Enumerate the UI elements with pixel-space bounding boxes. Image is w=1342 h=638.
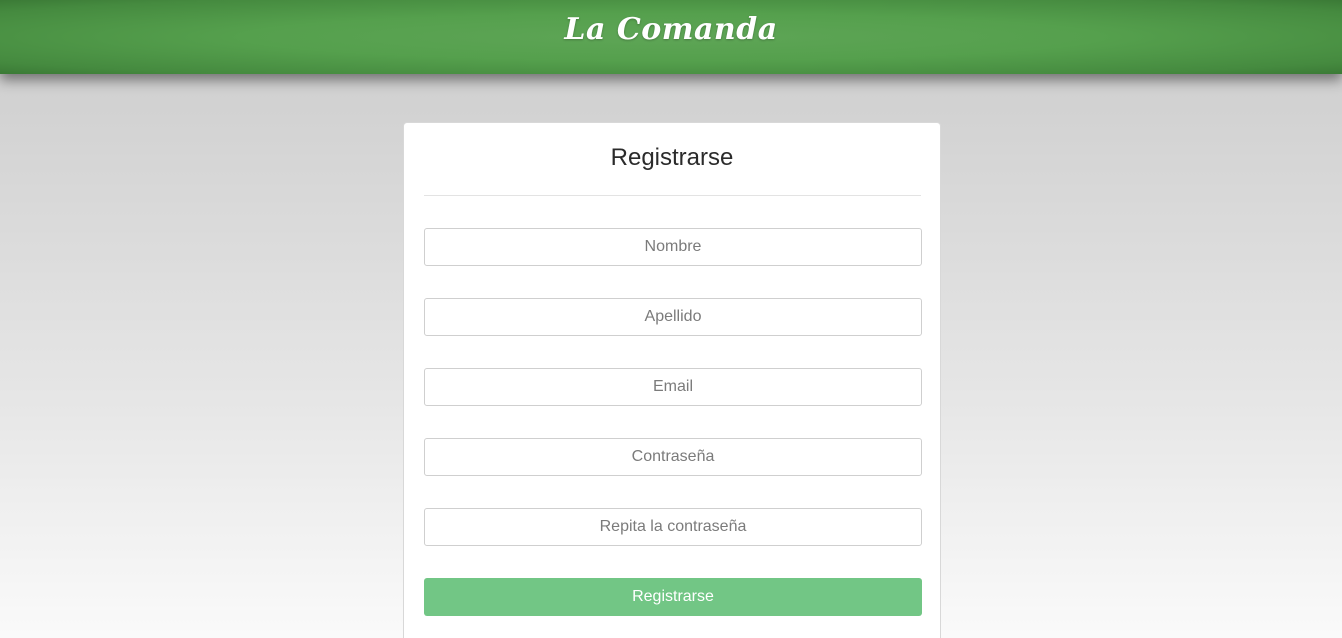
password-input[interactable] xyxy=(424,438,922,476)
top-navbar: La Comanda xyxy=(0,0,1342,74)
register-button[interactable]: Registrarse xyxy=(424,578,922,616)
nombre-input[interactable] xyxy=(424,228,922,266)
register-card: Registrarse Registrarse xyxy=(403,122,941,638)
apellido-input[interactable] xyxy=(424,298,922,336)
register-title: Registrarse xyxy=(610,144,734,171)
repeat-password-input[interactable] xyxy=(424,508,922,546)
email-input[interactable] xyxy=(424,368,922,406)
brand-logo-text[interactable]: La Comanda xyxy=(0,8,1342,52)
title-divider xyxy=(424,195,921,196)
